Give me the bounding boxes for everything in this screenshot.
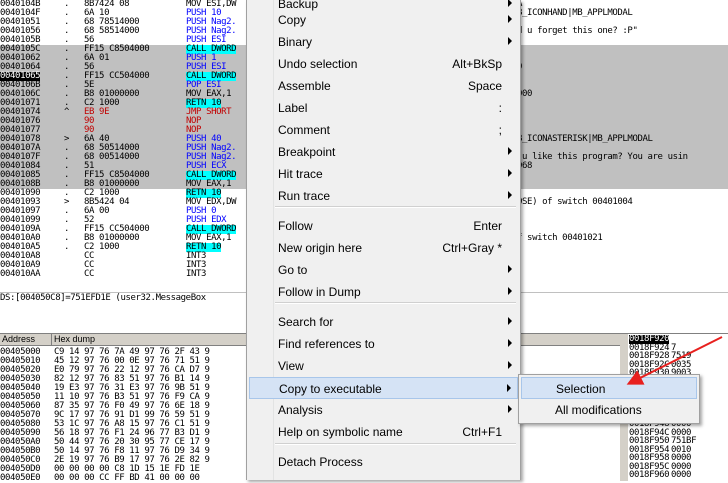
dump-address: 004050E0: [0, 473, 41, 483]
menu-item-label: Binary: [278, 35, 313, 49]
menu-item-breakpoint[interactable]: Breakpoint: [249, 141, 518, 163]
menu-item-label: Label: [278, 101, 308, 115]
menu-item-label: Assemble: [278, 79, 331, 93]
stack-value: 0000: [671, 470, 692, 480]
context-menu: Backup Copy Binary Undo selection Alt+BkSp As…: [246, 0, 521, 480]
submenu-arrow-icon: [508, 169, 512, 177]
menu-item-label: Go to: [278, 263, 308, 277]
menu-item-go-to[interactable]: Go to: [249, 259, 518, 281]
menu-separator: [275, 443, 516, 445]
submenu-item-all-modifications[interactable]: All modifications: [521, 399, 697, 421]
menu-item-shortcut: Space: [467, 79, 502, 93]
disasm-comment: MB_ICONHAND|MB_APPLMODAL: [512, 8, 633, 18]
submenu-arrow-icon: [508, 191, 512, 199]
menu-item-analysis[interactable]: Analysis: [249, 399, 518, 421]
menu-item-assemble[interactable]: Assemble Space: [249, 75, 518, 97]
menu-item-label: View: [278, 359, 304, 373]
submenu-arrow-icon: [508, 265, 512, 273]
dump-hex: 00 00 00 CC FF BD 41 00 00 00: [54, 473, 200, 483]
disasm-hex: CC: [84, 269, 95, 278]
menu-item-label: Copy: [278, 13, 307, 27]
submenu-item-label: Selection: [556, 382, 606, 396]
menu-item-run-trace[interactable]: Run trace: [249, 185, 518, 207]
info-line-text: DS:[004050C8]=751EFD1E (user32.MessageBo…: [0, 293, 206, 303]
menu-item-copy[interactable]: Copy: [249, 9, 518, 31]
disasm-comment: id u forget this one? :P": [512, 26, 638, 36]
menu-item-label: Help on symbolic name: [278, 425, 403, 439]
submenu-item-label: All modifications: [555, 403, 642, 417]
disasm-comment: MB_ICONASTERISK|MB_APPLMODAL: [512, 134, 653, 144]
menu-item-shortcut: Enter: [473, 219, 502, 233]
menu-item-label: Search for: [278, 315, 334, 329]
dump-header-address[interactable]: Address: [0, 334, 52, 345]
disasm-jump-mark: ^: [64, 107, 70, 117]
menu-separator: [275, 206, 516, 208]
submenu-item-selection[interactable]: Selection: [521, 377, 697, 399]
menu-item-copy-to-executable[interactable]: Copy to executable: [249, 377, 518, 399]
menu-item-label: Detach Process: [278, 455, 363, 469]
menu-item-help-on-symbolic-name[interactable]: Help on symbolic name Ctrl+F1: [249, 421, 518, 443]
menu-item-shortcut: ;: [498, 123, 502, 137]
menu-item-shortcut: Ctrl+Gray *: [442, 241, 502, 255]
menu-item-label: Follow in Dump: [278, 285, 361, 299]
disasm-jump-mark: .: [64, 242, 70, 252]
menu-item-label[interactable]: Label:: [249, 97, 518, 119]
disasm-address: 004010AA: [0, 269, 41, 278]
menu-item-follow[interactable]: Follow Enter: [249, 215, 518, 237]
submenu-arrow-icon: [508, 361, 512, 369]
submenu-arrow-icon: [508, 37, 512, 45]
menu-item-label: Run trace: [278, 189, 331, 203]
submenu-arrow-icon: [508, 147, 512, 155]
stack-address: 0018F960: [629, 470, 670, 480]
submenu-arrow-icon: [508, 287, 512, 295]
menu-item-label: Copy to executable: [279, 382, 382, 396]
menu-item-label: Analysis: [278, 403, 323, 417]
menu-item-comment[interactable]: Comment;: [249, 119, 518, 141]
disasm-comment: of switch 00401021: [512, 233, 603, 243]
menu-item-shortcut: :: [498, 101, 502, 115]
menu-item-binary[interactable]: Binary: [249, 31, 518, 53]
menu-item-shortcut: Alt+BkSp: [452, 57, 502, 71]
copy-to-executable-submenu: Selection All modifications: [518, 374, 700, 424]
menu-item-shortcut: Ctrl+F1: [462, 425, 502, 439]
menu-item-follow-in-dump[interactable]: Follow in Dump: [249, 281, 518, 303]
menu-item-detach-process[interactable]: Detach Process: [249, 451, 518, 473]
submenu-arrow-icon: [507, 384, 511, 392]
menu-separator: [275, 302, 516, 304]
menu-item-view[interactable]: View: [249, 355, 518, 377]
disasm-comment: o u like this program? You are usin: [512, 152, 688, 162]
submenu-arrow-icon: [508, 0, 512, 7]
menu-item-new-origin-here[interactable]: New origin here Ctrl+Gray *: [249, 237, 518, 259]
submenu-arrow-icon: [508, 405, 512, 413]
menu-item-label: Undo selection: [278, 57, 358, 71]
menu-item-find-references-to[interactable]: Find references to: [249, 333, 518, 355]
submenu-arrow-icon: [508, 339, 512, 347]
disasm-command: INT3: [186, 269, 207, 278]
menu-item-label: Follow: [278, 219, 313, 233]
menu-item-label: Hit trace: [278, 167, 323, 181]
menu-item-search-for[interactable]: Search for: [249, 311, 518, 333]
menu-item-undo-selection[interactable]: Undo selection Alt+BkSp: [249, 53, 518, 75]
menu-item-label: Comment: [278, 123, 331, 137]
menu-item-label: New origin here: [278, 241, 363, 255]
submenu-arrow-icon: [508, 15, 512, 23]
menu-item-label: Find references to: [278, 337, 375, 351]
menu-item-label: Breakpoint: [278, 145, 336, 159]
disasm-comment: LOSE) of switch 00401004: [512, 197, 633, 207]
submenu-arrow-icon: [508, 317, 512, 325]
menu-item-hit-trace[interactable]: Hit trace: [249, 163, 518, 185]
